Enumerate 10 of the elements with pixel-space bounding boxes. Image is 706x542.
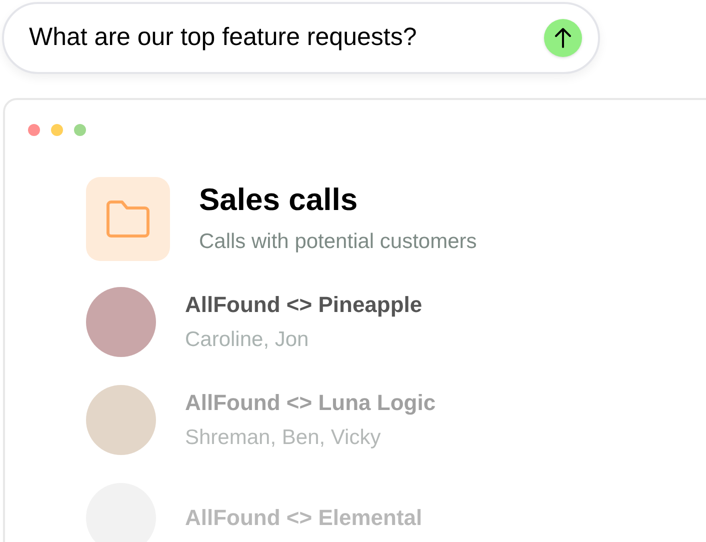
folder-title: Sales calls: [199, 180, 359, 219]
send-button[interactable]: [544, 19, 582, 57]
question-field[interactable]: What are our top feature requests?: [2, 2, 600, 74]
call-title[interactable]: AllFound <> Pineapple: [185, 291, 422, 319]
question-input[interactable]: What are our top feature requests?: [29, 19, 544, 57]
folder-subtitle: Calls with potential customers: [199, 228, 477, 255]
call-participants: Caroline, Jon: [185, 326, 310, 353]
arrow-up-icon: [553, 27, 573, 49]
call-participants: Shreman, Ben, Vicky: [185, 424, 382, 451]
folder-icon: [105, 199, 151, 239]
